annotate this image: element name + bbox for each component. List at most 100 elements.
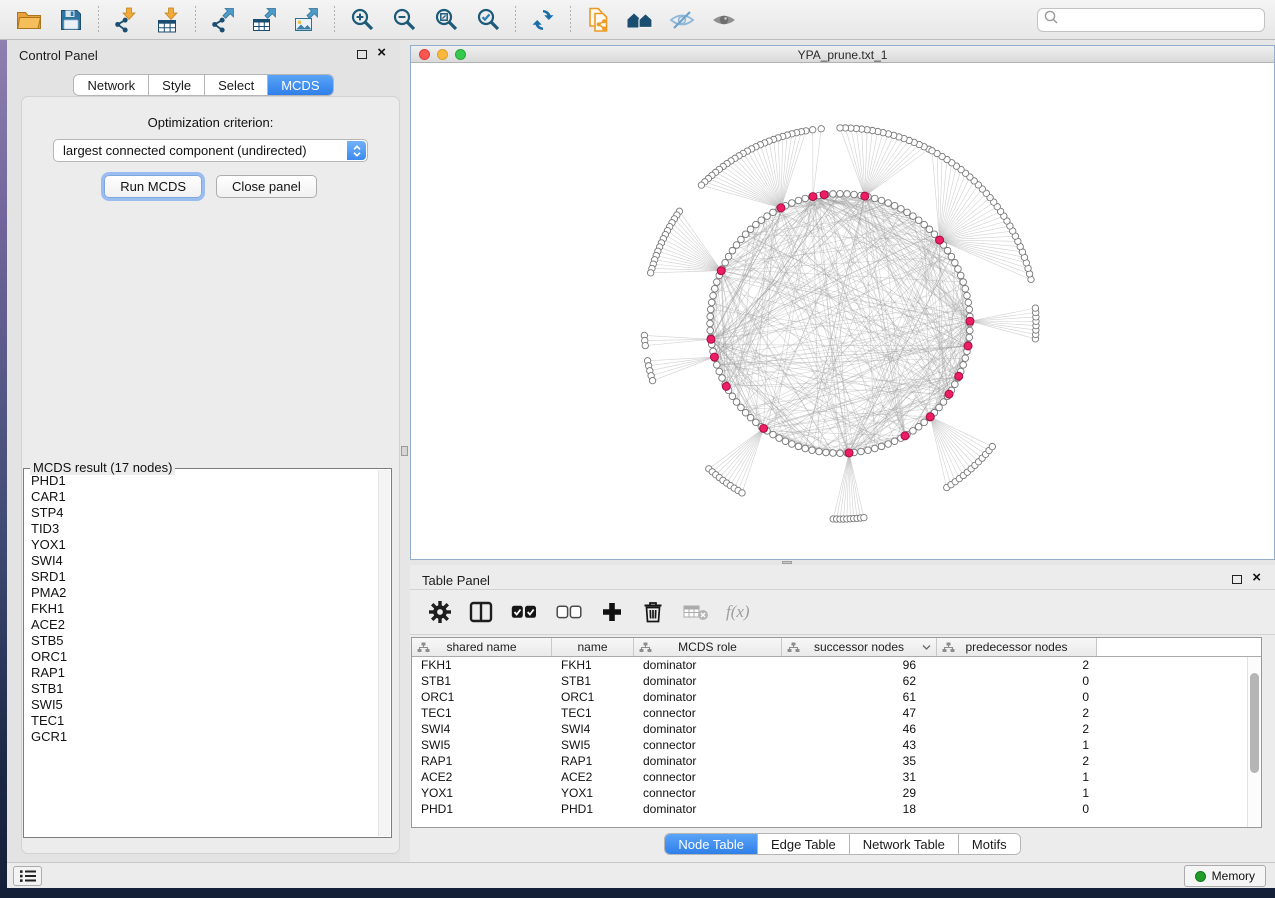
mcds-result-item[interactable]: PMA2 [26,585,377,601]
table-cell: 43 [782,737,937,753]
table-cell: dominator [634,657,782,673]
mcds-result-item[interactable]: TEC1 [26,713,377,729]
open-session-icon[interactable] [14,5,44,35]
column-header-shared-name[interactable]: shared name [412,638,552,656]
mcds-result-item[interactable]: SWI5 [26,697,377,713]
table-cell: connector [634,705,782,721]
scrollbar-thumb[interactable] [1250,673,1259,773]
mcds-result-item[interactable]: ORC1 [26,649,377,665]
close-panel-icon[interactable]: × [1252,570,1261,586]
column-settings-gear-icon[interactable] [427,599,453,625]
run-mcds-button[interactable]: Run MCDS [104,175,202,198]
table-row[interactable]: STB1STB1dominator620 [412,673,1261,689]
tab-node-table[interactable]: Node Table [665,834,758,854]
delete-columns-icon[interactable] [640,599,666,625]
table-row[interactable]: PHD1PHD1dominator180 [412,801,1261,817]
tab-network-table[interactable]: Network Table [850,834,959,854]
column-header-name[interactable]: name [552,638,634,656]
column-header-MCDS-role[interactable]: MCDS role [634,638,782,656]
task-history-button[interactable] [13,866,42,886]
tab-style[interactable]: Style [149,75,205,95]
mcds-result-item[interactable]: ACE2 [26,617,377,633]
column-header-predecessor-nodes[interactable]: predecessor nodes [937,638,1097,656]
table-cell: 29 [782,785,937,801]
mcds-result-item[interactable]: STB5 [26,633,377,649]
split-table-icon[interactable] [468,599,494,625]
mcds-result-item[interactable]: TID3 [26,521,377,537]
save-session-icon[interactable] [56,5,86,35]
zoom-in-icon[interactable] [347,5,377,35]
main-toolbar [0,0,1275,40]
network-titlebar[interactable]: YPA_prune.txt_1 [411,46,1274,63]
control-panel-header: Control Panel × [7,40,400,66]
export-image-icon[interactable] [292,5,322,35]
tab-select[interactable]: Select [205,75,268,95]
import-table-icon[interactable] [153,5,183,35]
tab-edge-table[interactable]: Edge Table [758,834,850,854]
mcds-result-item[interactable]: STP4 [26,505,377,521]
import-network-icon[interactable] [111,5,141,35]
export-table-icon[interactable] [250,5,280,35]
mcds-result-item[interactable]: CAR1 [26,489,377,505]
table-cell: 2 [937,753,1097,769]
table-row[interactable]: ORC1ORC1dominator610 [412,689,1261,705]
network-canvas[interactable] [411,63,1274,559]
refresh-view-icon[interactable] [528,5,558,35]
mcds-result-item[interactable]: SWI4 [26,553,377,569]
mcds-result-item[interactable]: PHD1 [26,473,377,489]
show-all-icon[interactable] [709,5,739,35]
export-network-icon[interactable] [208,5,238,35]
table-row[interactable]: ACE2ACE2connector311 [412,769,1261,785]
column-header-successor-nodes[interactable]: successor nodes [782,638,937,656]
table-row[interactable]: YOX1YOX1connector291 [412,785,1261,801]
vertical-splitter[interactable] [400,40,410,862]
delete-table-icon [681,599,711,625]
criterion-dropdown[interactable]: largest connected component (undirected) [53,139,368,162]
splitter-handle[interactable] [782,561,792,564]
table-scrollbar[interactable] [1247,657,1261,827]
clone-network-icon[interactable] [583,5,613,35]
search-input[interactable] [1058,10,1258,30]
splitter-handle[interactable] [401,446,408,456]
zoom-out-icon[interactable] [389,5,419,35]
table-cell: SWI5 [552,737,634,753]
table-row[interactable]: SWI5SWI5connector431 [412,737,1261,753]
table-cell: 0 [937,801,1097,817]
search-box [1037,8,1265,32]
table-cell: FKH1 [412,657,552,673]
network-window-title: YPA_prune.txt_1 [411,48,1274,62]
table-cell: YOX1 [552,785,634,801]
mcds-result-item[interactable]: FKH1 [26,601,377,617]
zoom-selected-icon[interactable] [473,5,503,35]
add-column-icon[interactable] [599,599,625,625]
table-cell: connector [634,785,782,801]
mcds-result-item[interactable]: STB1 [26,681,377,697]
memory-button[interactable]: Memory [1184,865,1266,887]
close-panel-icon[interactable]: × [377,45,386,61]
tab-motifs[interactable]: Motifs [959,834,1020,854]
table-row[interactable]: TEC1TEC1connector472 [412,705,1261,721]
select-all-checkboxes-icon[interactable] [509,599,539,625]
table-cell: 2 [937,705,1097,721]
first-neighbors-icon[interactable] [625,5,655,35]
table-row[interactable]: RAP1RAP1dominator352 [412,753,1261,769]
control-panel: Control Panel × NetworkStyleSelectMCDS O… [7,40,400,862]
table-cell: SWI4 [412,721,552,737]
mcds-result-item[interactable]: YOX1 [26,537,377,553]
table-cell: STB1 [412,673,552,689]
float-panel-icon[interactable] [1232,575,1242,584]
hide-selected-icon[interactable] [667,5,697,35]
float-panel-icon[interactable] [357,50,367,59]
mcds-result-item[interactable]: GCR1 [26,729,377,745]
table-row[interactable]: FKH1FKH1dominator962 [412,657,1261,673]
tab-mcds[interactable]: MCDS [268,75,332,95]
deselect-all-checkboxes-icon[interactable] [554,599,584,625]
close-panel-button[interactable]: Close panel [216,175,317,198]
memory-status-icon [1195,871,1206,882]
table-row[interactable]: SWI4SWI4dominator462 [412,721,1261,737]
mcds-result-item[interactable]: SRD1 [26,569,377,585]
tab-network[interactable]: Network [74,75,149,95]
mcds-scrollbar[interactable] [378,470,390,836]
zoom-fit-icon[interactable] [431,5,461,35]
mcds-result-item[interactable]: RAP1 [26,665,377,681]
